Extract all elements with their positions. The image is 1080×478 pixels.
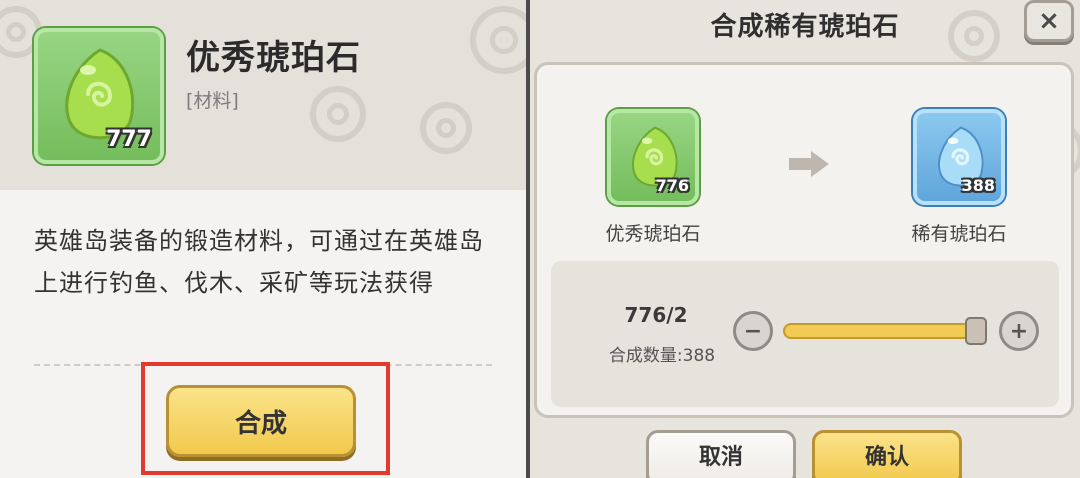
quantity-ratio: 776/2 [624, 303, 688, 327]
item-description: 英雄岛装备的锻造材料，可通过在英雄岛上进行钓鱼、伐木、采矿等玩法获得 [34, 227, 484, 297]
source-item-name: 优秀琥珀石 [605, 223, 701, 245]
quantity-section: 776/2 合成数量:388 − + [551, 261, 1059, 407]
decor-swirl-icon [420, 102, 472, 154]
item-name: 优秀琥珀石 [186, 38, 361, 78]
craft-dialog: 合成稀有琥珀石 × 776 优秀琥珀石 388 稀有琥珀石 776/2 合成数量… [530, 0, 1080, 478]
craft-quantity: 合成数量:388 [608, 346, 716, 366]
cancel-button[interactable]: 取消 [646, 430, 796, 478]
target-item-card[interactable]: 388 [913, 109, 1005, 205]
close-icon: × [1038, 6, 1060, 36]
dialog-title: 合成稀有琥珀石 [710, 12, 900, 42]
close-button[interactable]: × [1024, 0, 1074, 42]
decor-swirl-icon [310, 86, 366, 142]
target-item-name: 稀有琥珀石 [911, 223, 1007, 245]
item-detail-panel: 777 优秀琥珀石 [材料] 英雄岛装备的锻造材料，可通过在英雄岛上进行钓鱼、伐… [0, 0, 526, 478]
quantity-slider[interactable] [783, 323, 983, 339]
item-count: 777 [106, 127, 152, 152]
confirm-button[interactable]: 确认 [812, 430, 962, 478]
highlight-box [141, 362, 390, 475]
slider-handle[interactable] [965, 317, 987, 345]
source-item-count: 776 [655, 176, 689, 195]
item-icon-card: 777 [34, 28, 164, 164]
item-type: [材料] [186, 90, 239, 112]
craft-panel: 776 优秀琥珀石 388 稀有琥珀石 776/2 合成数量:388 − + [534, 62, 1074, 418]
decrease-button[interactable]: − [733, 311, 773, 351]
plus-icon: + [1009, 318, 1029, 344]
minus-icon: − [743, 318, 763, 344]
target-item-count: 388 [961, 176, 995, 195]
source-item-card[interactable]: 776 [607, 109, 699, 205]
arrow-right-icon [789, 151, 829, 177]
increase-button[interactable]: + [999, 311, 1039, 351]
